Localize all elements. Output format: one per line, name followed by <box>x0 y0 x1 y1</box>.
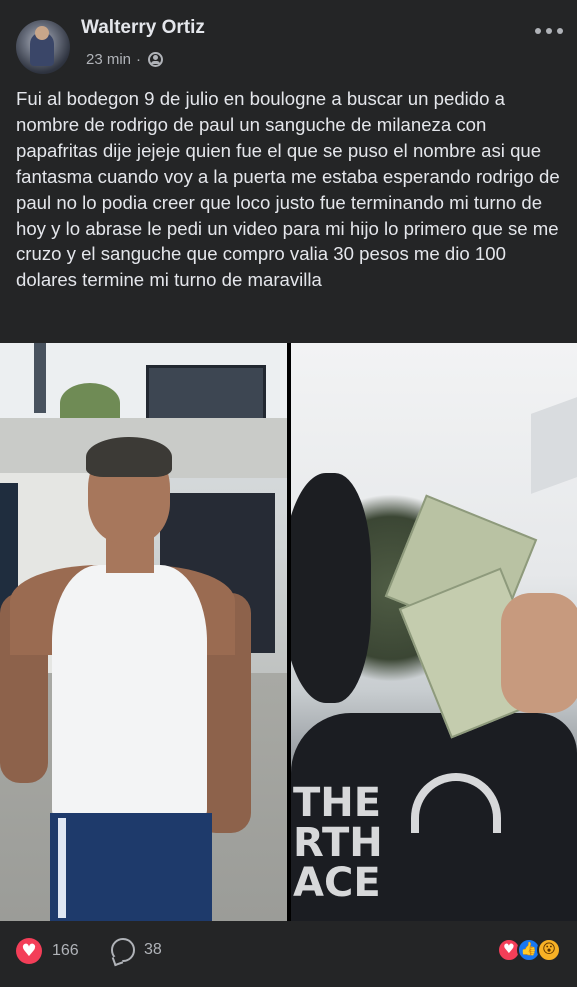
more-dot-icon <box>535 28 541 34</box>
wow-reaction-icon: 😮 <box>537 938 561 962</box>
photo-grid: THE RTH ACE <box>0 343 577 921</box>
more-options-button[interactable] <box>535 24 563 38</box>
post-time[interactable]: 23 min <box>86 51 131 68</box>
plant <box>60 383 120 423</box>
comment-icon <box>111 938 135 962</box>
photo-right[interactable]: THE RTH ACE <box>291 343 577 921</box>
post-header: Walterry Ortiz 23 min · <box>0 0 577 80</box>
friends-icon <box>148 52 164 67</box>
avatar[interactable] <box>16 20 70 74</box>
post-card: Walterry Ortiz 23 min · Fui al bodegon 9… <box>0 0 577 987</box>
person-hair <box>86 437 172 477</box>
post-meta: 23 min · <box>86 51 164 68</box>
photo-left[interactable] <box>0 343 287 921</box>
house-window <box>34 343 46 413</box>
reaction-stack[interactable]: ♥ 👍 😮 <box>497 938 561 962</box>
helmet <box>291 473 371 703</box>
meta-separator: · <box>136 51 142 68</box>
hand <box>501 593 577 713</box>
avatar-head <box>35 26 49 40</box>
more-dot-icon <box>557 28 563 34</box>
reaction-count: 166 <box>52 942 79 959</box>
shorts-stripe <box>58 818 66 918</box>
shorts <box>50 813 212 921</box>
post-text: Fui al bodegon 9 de julio en boulogne a … <box>16 88 560 291</box>
more-dot-icon <box>546 28 552 34</box>
author-name[interactable]: Walterry Ortiz <box>81 17 205 39</box>
post-footer: 166 38 ♥ 👍 😮 <box>0 921 577 987</box>
hoodie-logo-text: THE RTH ACE <box>293 780 383 906</box>
roof <box>531 392 577 494</box>
heart-icon <box>16 938 42 964</box>
reactions-summary[interactable]: 166 <box>16 938 79 964</box>
tank-top <box>52 565 207 820</box>
comments-button[interactable]: 38 <box>111 938 162 962</box>
comment-count: 38 <box>144 941 162 958</box>
